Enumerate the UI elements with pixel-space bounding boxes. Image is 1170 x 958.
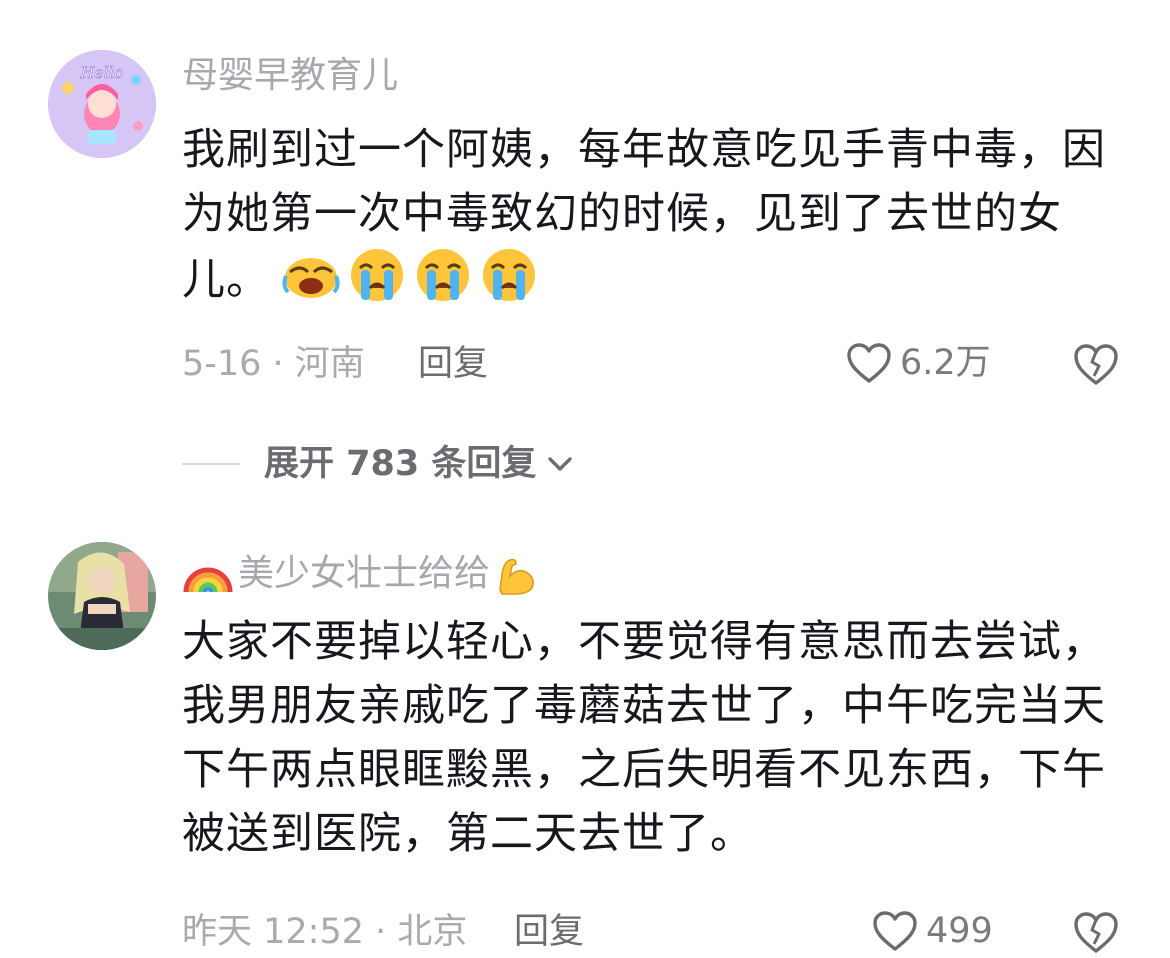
loud-crying-emoji [282,258,340,298]
avatar[interactable]: Hello [48,50,156,158]
crying-emoji [417,249,469,301]
avatar-image [48,542,156,650]
broken-heart-icon[interactable] [1072,342,1120,386]
crying-emoji [483,249,535,301]
heart-icon [873,911,917,951]
emoji-row [282,246,538,304]
comment-2: 美少女壮士给给 大家不要掉以轻心，不要觉得有意思而去尝试， 我男朋友亲戚吃了毒蘑… [0,520,1170,958]
like-button[interactable]: 6.2万 [846,342,991,384]
comment-line: 下午两点眼眶黢黑，之后失明看不见东西，下午 [182,745,1106,795]
broken-heart-icon[interactable] [1072,910,1120,954]
comment-line: 儿。 [182,246,1142,312]
heart-icon [847,343,891,383]
comment-text: 大家不要掉以轻心，不要觉得有意思而去尝试， 我男朋友亲戚吃了毒蘑菇去世了，中午吃… [182,610,1142,866]
reply-button[interactable]: 回复 [418,344,488,384]
like-count: 6.2万 [900,343,991,383]
divider [182,463,240,465]
comment-text: 我刷到过一个阿姨，每年故意吃见手青中毒，因 为她第一次中毒致幻的时候，见到了去世… [182,118,1142,312]
avatar-image: Hello [48,50,156,158]
comment-line: 大家不要掉以轻心，不要觉得有意思而去尝试， [182,617,1106,667]
comment-line: 为她第一次中毒致幻的时候，见到了去世的女 [182,189,1062,239]
comment-line-text: 儿。 [182,255,270,305]
like-button[interactable]: 499 [872,910,993,952]
username-row[interactable]: 美少女壮士给给 [182,552,540,596]
rainbow-emoji [183,567,233,593]
chevron-down-icon [548,457,573,471]
reply-button[interactable]: 回复 [514,912,584,952]
comment-meta: 5-16 · 河南 [182,344,365,384]
username: 美少女壮士给给 [238,553,491,594]
like-count: 499 [926,911,993,951]
username[interactable]: 母婴早教育儿 [182,56,398,96]
avatar[interactable] [48,542,156,650]
comment-line: 被送到医院，第二天去世了。 [182,809,754,859]
comment-line: 我刷到过一个阿姨，每年故意吃见手青中毒，因 [182,125,1106,175]
comment-line: 我男朋友亲戚吃了毒蘑菇去世了，中午吃完当天 [182,681,1106,731]
flexed-biceps-emoji [499,558,534,595]
expand-replies-label: 展开 783 条回复 [264,444,537,484]
comment-1: Hello 母婴早教育儿 我刷到过一个阿姨，每年故意吃见手青中毒，因 为她第一次… [0,0,1170,400]
comment-meta: 昨天 12:52 · 北京 [182,912,468,952]
svg-text:Hello: Hello [79,63,123,82]
expand-replies-button[interactable]: 展开 783 条回复 [182,442,574,486]
crying-emoji [351,249,403,301]
